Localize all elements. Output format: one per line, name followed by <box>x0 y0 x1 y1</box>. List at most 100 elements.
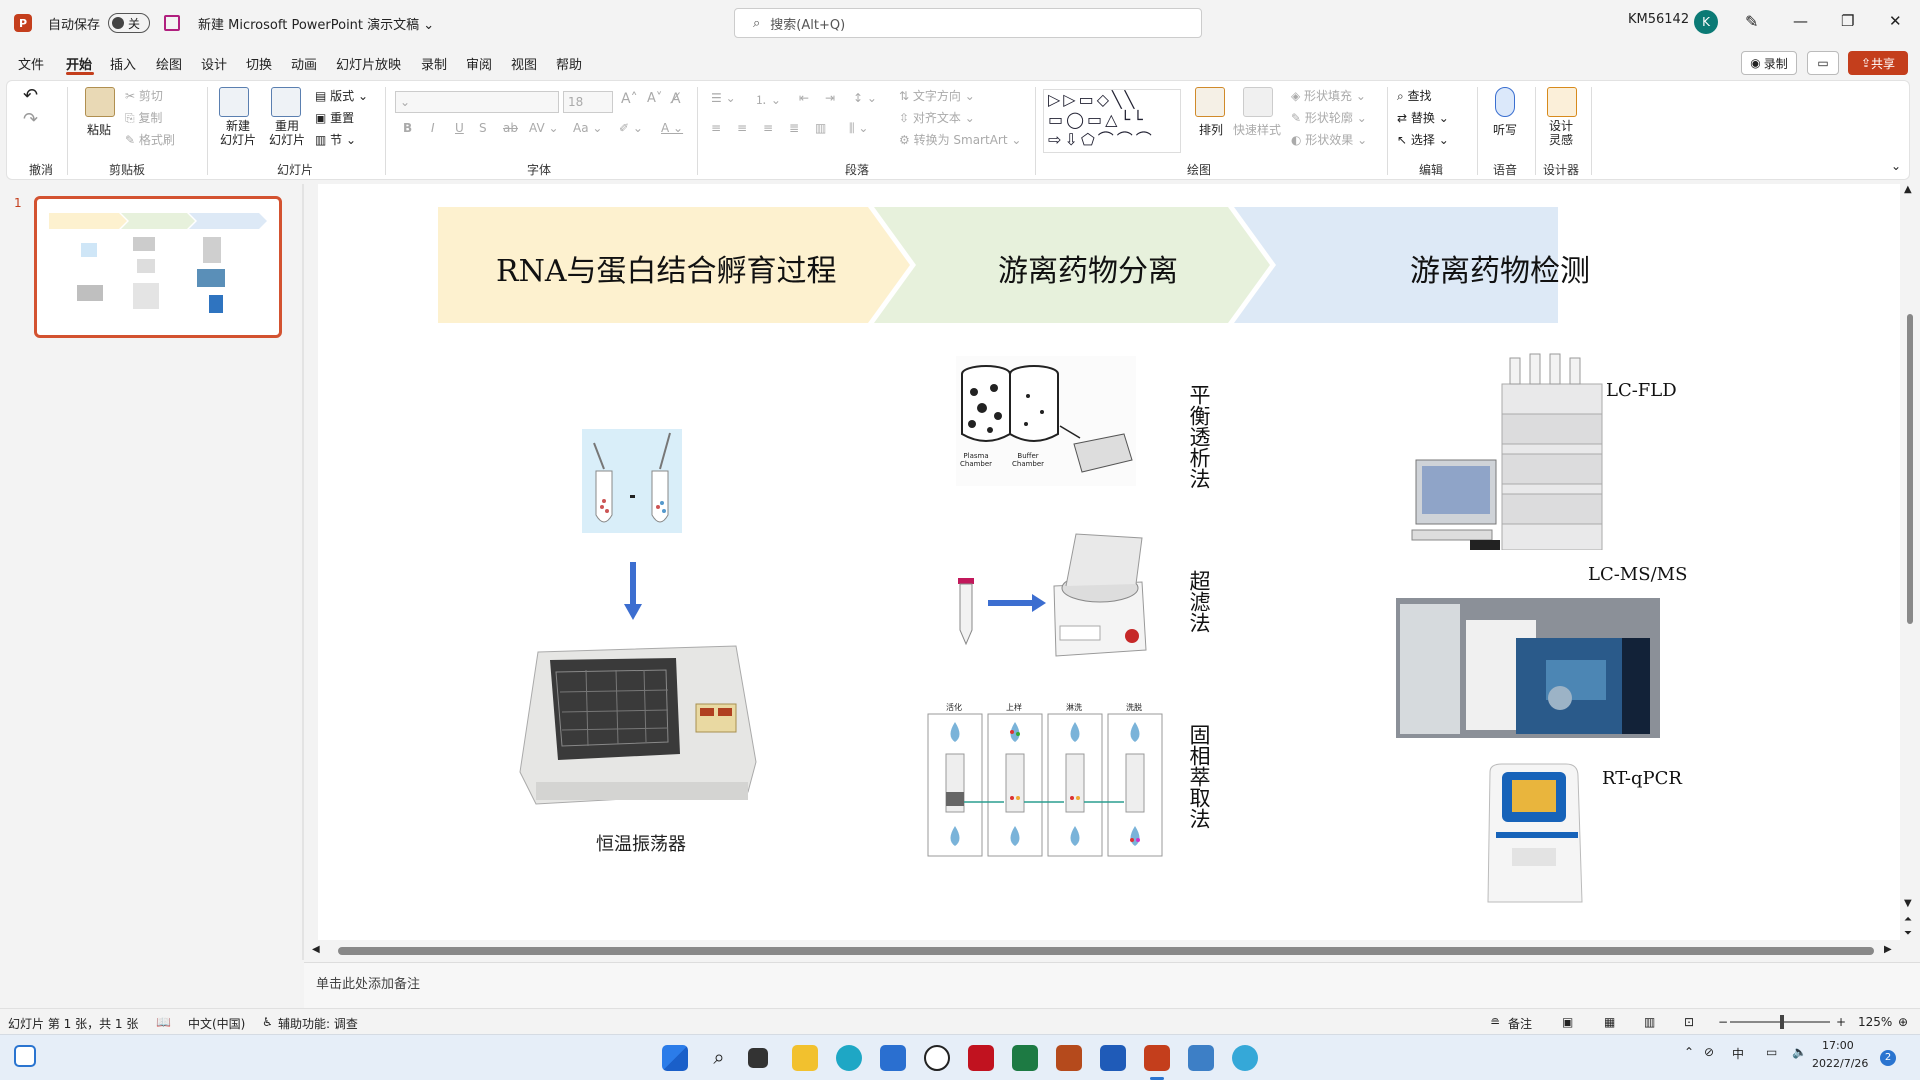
align-left-icon[interactable]: ≡ <box>711 121 721 135</box>
tube-mixing-image[interactable] <box>582 429 682 533</box>
clock-date[interactable]: 2022/7/26 <box>1812 1057 1868 1070</box>
task-view-icon[interactable] <box>748 1048 768 1068</box>
redo-icon[interactable]: ↷ <box>23 109 38 130</box>
document-title[interactable]: 新建 Microsoft PowerPoint 演示文稿 ⌄ <box>198 14 434 33</box>
shrink-font-icon[interactable]: A˅ <box>647 91 662 106</box>
new-slide-icon[interactable] <box>219 87 249 117</box>
shape-outline-button[interactable]: ✎ 形状轮廓 ⌄ <box>1291 109 1367 126</box>
dell-icon[interactable] <box>924 1045 950 1071</box>
justify-icon[interactable]: ≣ <box>789 121 799 135</box>
line-spacing-icon[interactable]: ↕ ⌄ <box>853 91 877 105</box>
bold-icon[interactable]: B <box>403 121 412 135</box>
accessibility-status[interactable]: 辅助功能: 调查 <box>278 1015 358 1032</box>
tab-slideshow[interactable]: 幻灯片放映 <box>336 54 401 73</box>
shadow-icon[interactable]: S <box>479 121 487 135</box>
spe-image[interactable] <box>926 698 1166 858</box>
next-slide-icon[interactable]: ⏷ <box>1904 928 1912 939</box>
fit-slide-icon[interactable]: ⊕ <box>1898 1015 1908 1029</box>
prev-slide-icon[interactable]: ⏶ <box>1904 914 1912 925</box>
avatar[interactable]: K <box>1694 10 1718 34</box>
arrange-button[interactable]: 排列 <box>1199 121 1223 138</box>
quick-styles-button[interactable]: 快速样式 <box>1233 121 1281 138</box>
increase-indent-icon[interactable]: ⇥ <box>825 91 835 105</box>
header-separation[interactable]: 游离药物分离 <box>998 246 1178 290</box>
slideshow-icon[interactable]: ⊡ <box>1684 1015 1694 1029</box>
reading-view-icon[interactable]: ▥ <box>1644 1015 1655 1029</box>
powerpoint-taskbar-icon[interactable] <box>1144 1045 1170 1071</box>
tray-display-icon[interactable]: ▭ <box>1766 1045 1777 1059</box>
underline-icon[interactable]: U <box>455 121 464 135</box>
quick-styles-icon[interactable] <box>1243 87 1273 117</box>
record-button[interactable]: ◉ 录制 <box>1741 51 1797 75</box>
word-icon[interactable] <box>1100 1045 1126 1071</box>
arrange-icon[interactable] <box>1195 87 1225 117</box>
archive-icon[interactable] <box>1056 1045 1082 1071</box>
shape-effects-button[interactable]: ◐ 形状效果 ⌄ <box>1291 131 1367 148</box>
replace-button[interactable]: ⇄ 替换 ⌄ <box>1397 109 1449 126</box>
excel-icon[interactable] <box>1012 1045 1038 1071</box>
decrease-indent-icon[interactable]: ⇤ <box>799 91 809 105</box>
volume-icon[interactable]: 🔈 <box>1792 1045 1807 1059</box>
widgets-icon[interactable] <box>14 1045 36 1067</box>
photos-icon[interactable] <box>1188 1045 1214 1071</box>
scroll-up-icon[interactable]: ▲ <box>1904 184 1912 195</box>
vertical-scroll-thumb[interactable] <box>1907 314 1913 624</box>
tray-security-icon[interactable]: ⊘ <box>1704 1045 1714 1059</box>
header-incubation[interactable]: RNA与蛋白结合孵育过程 <box>496 246 837 290</box>
section-button[interactable]: ▥ 节 ⌄ <box>315 131 356 148</box>
tab-draw[interactable]: 绘图 <box>156 54 182 73</box>
highlight-icon[interactable]: ✐ ⌄ <box>619 121 643 135</box>
new-slide-button[interactable]: 新建 幻灯片 <box>213 119 263 147</box>
lc-ms-image[interactable] <box>1396 598 1660 738</box>
instrument-lc-fld[interactable]: LC-FLD <box>1606 380 1677 401</box>
notification-badge[interactable]: 2 <box>1880 1050 1896 1066</box>
scroll-right-icon[interactable]: ▶ <box>1884 944 1892 955</box>
font-size-field[interactable]: 18 <box>563 91 613 113</box>
mcafee-icon[interactable] <box>968 1045 994 1071</box>
maximize-icon[interactable]: ❐ <box>1841 12 1854 30</box>
spellcheck-icon[interactable]: 📖 <box>156 1015 171 1029</box>
bullets-icon[interactable]: ☰ ⌄ <box>711 91 736 105</box>
tab-help[interactable]: 帮助 <box>556 54 582 73</box>
pen-icon[interactable]: ✎ <box>1745 12 1758 31</box>
notes-toggle[interactable]: 备注 <box>1508 1015 1532 1032</box>
clock-time[interactable]: 17:00 <box>1822 1039 1854 1052</box>
microphone-icon[interactable] <box>1495 87 1515 117</box>
font-name-field[interactable]: ⌄ <box>395 91 559 113</box>
rt-qpcr-image[interactable] <box>1482 762 1586 912</box>
select-button[interactable]: ↖ 选择 ⌄ <box>1397 131 1449 148</box>
tab-home[interactable]: 开始 <box>66 54 92 73</box>
reuse-slides-button[interactable]: 重用 幻灯片 <box>265 119 309 147</box>
vertical-scrollbar[interactable]: ▲ ▼ ⏶ ⏷ <box>1900 184 1920 946</box>
clear-format-icon[interactable]: A̸ <box>671 91 681 107</box>
app-icon[interactable] <box>1232 1045 1258 1071</box>
method-spe[interactable]: 固相萃取法 <box>1184 724 1212 829</box>
search-box[interactable]: ⌕ 搜索(Alt+Q) <box>734 8 1202 38</box>
start-icon[interactable] <box>662 1045 688 1071</box>
zoom-out-icon[interactable]: − <box>1718 1015 1728 1029</box>
align-center-icon[interactable]: ≡ <box>737 121 747 135</box>
language-status[interactable]: 中文(中国) <box>188 1015 245 1032</box>
slide-sorter-icon[interactable]: ▦ <box>1604 1015 1615 1029</box>
ime-indicator[interactable]: 中 <box>1732 1045 1744 1062</box>
lc-fld-image[interactable] <box>1410 344 1610 550</box>
close-icon[interactable]: ✕ <box>1889 12 1902 30</box>
scroll-left-icon[interactable]: ◀ <box>312 944 320 955</box>
tray-overflow-icon[interactable]: ⌃ <box>1684 1045 1694 1059</box>
slide-canvas[interactable]: RNA与蛋白结合孵育过程 游离药物分离 游离药物检测 恒温振荡器 Plasma … <box>318 184 1900 940</box>
zoom-level[interactable]: 125% <box>1858 1015 1892 1029</box>
find-button[interactable]: ⌕ 查找 <box>1397 87 1432 104</box>
change-case-icon[interactable]: Aa ⌄ <box>573 121 602 135</box>
search-taskbar-icon[interactable]: ⌕ <box>706 1045 732 1071</box>
tab-record[interactable]: 录制 <box>421 54 447 73</box>
text-direction-button[interactable]: ⇅ 文字方向 ⌄ <box>899 87 975 104</box>
format-painter-button[interactable]: ✎ 格式刷 <box>125 131 175 148</box>
tab-insert[interactable]: 插入 <box>110 54 136 73</box>
smartart-button[interactable]: ⚙ 转换为 SmartArt ⌄ <box>899 131 1021 148</box>
method-equilibrium-dialysis[interactable]: 平衡透析法 <box>1184 384 1212 489</box>
column-settings-icon[interactable]: ⫼ ⌄ <box>849 121 868 136</box>
shaker-image[interactable] <box>516 642 760 810</box>
reuse-slides-icon[interactable] <box>271 87 301 117</box>
slide-thumbnail-1[interactable] <box>34 196 282 338</box>
ultrafiltration-image[interactable] <box>956 526 1152 666</box>
